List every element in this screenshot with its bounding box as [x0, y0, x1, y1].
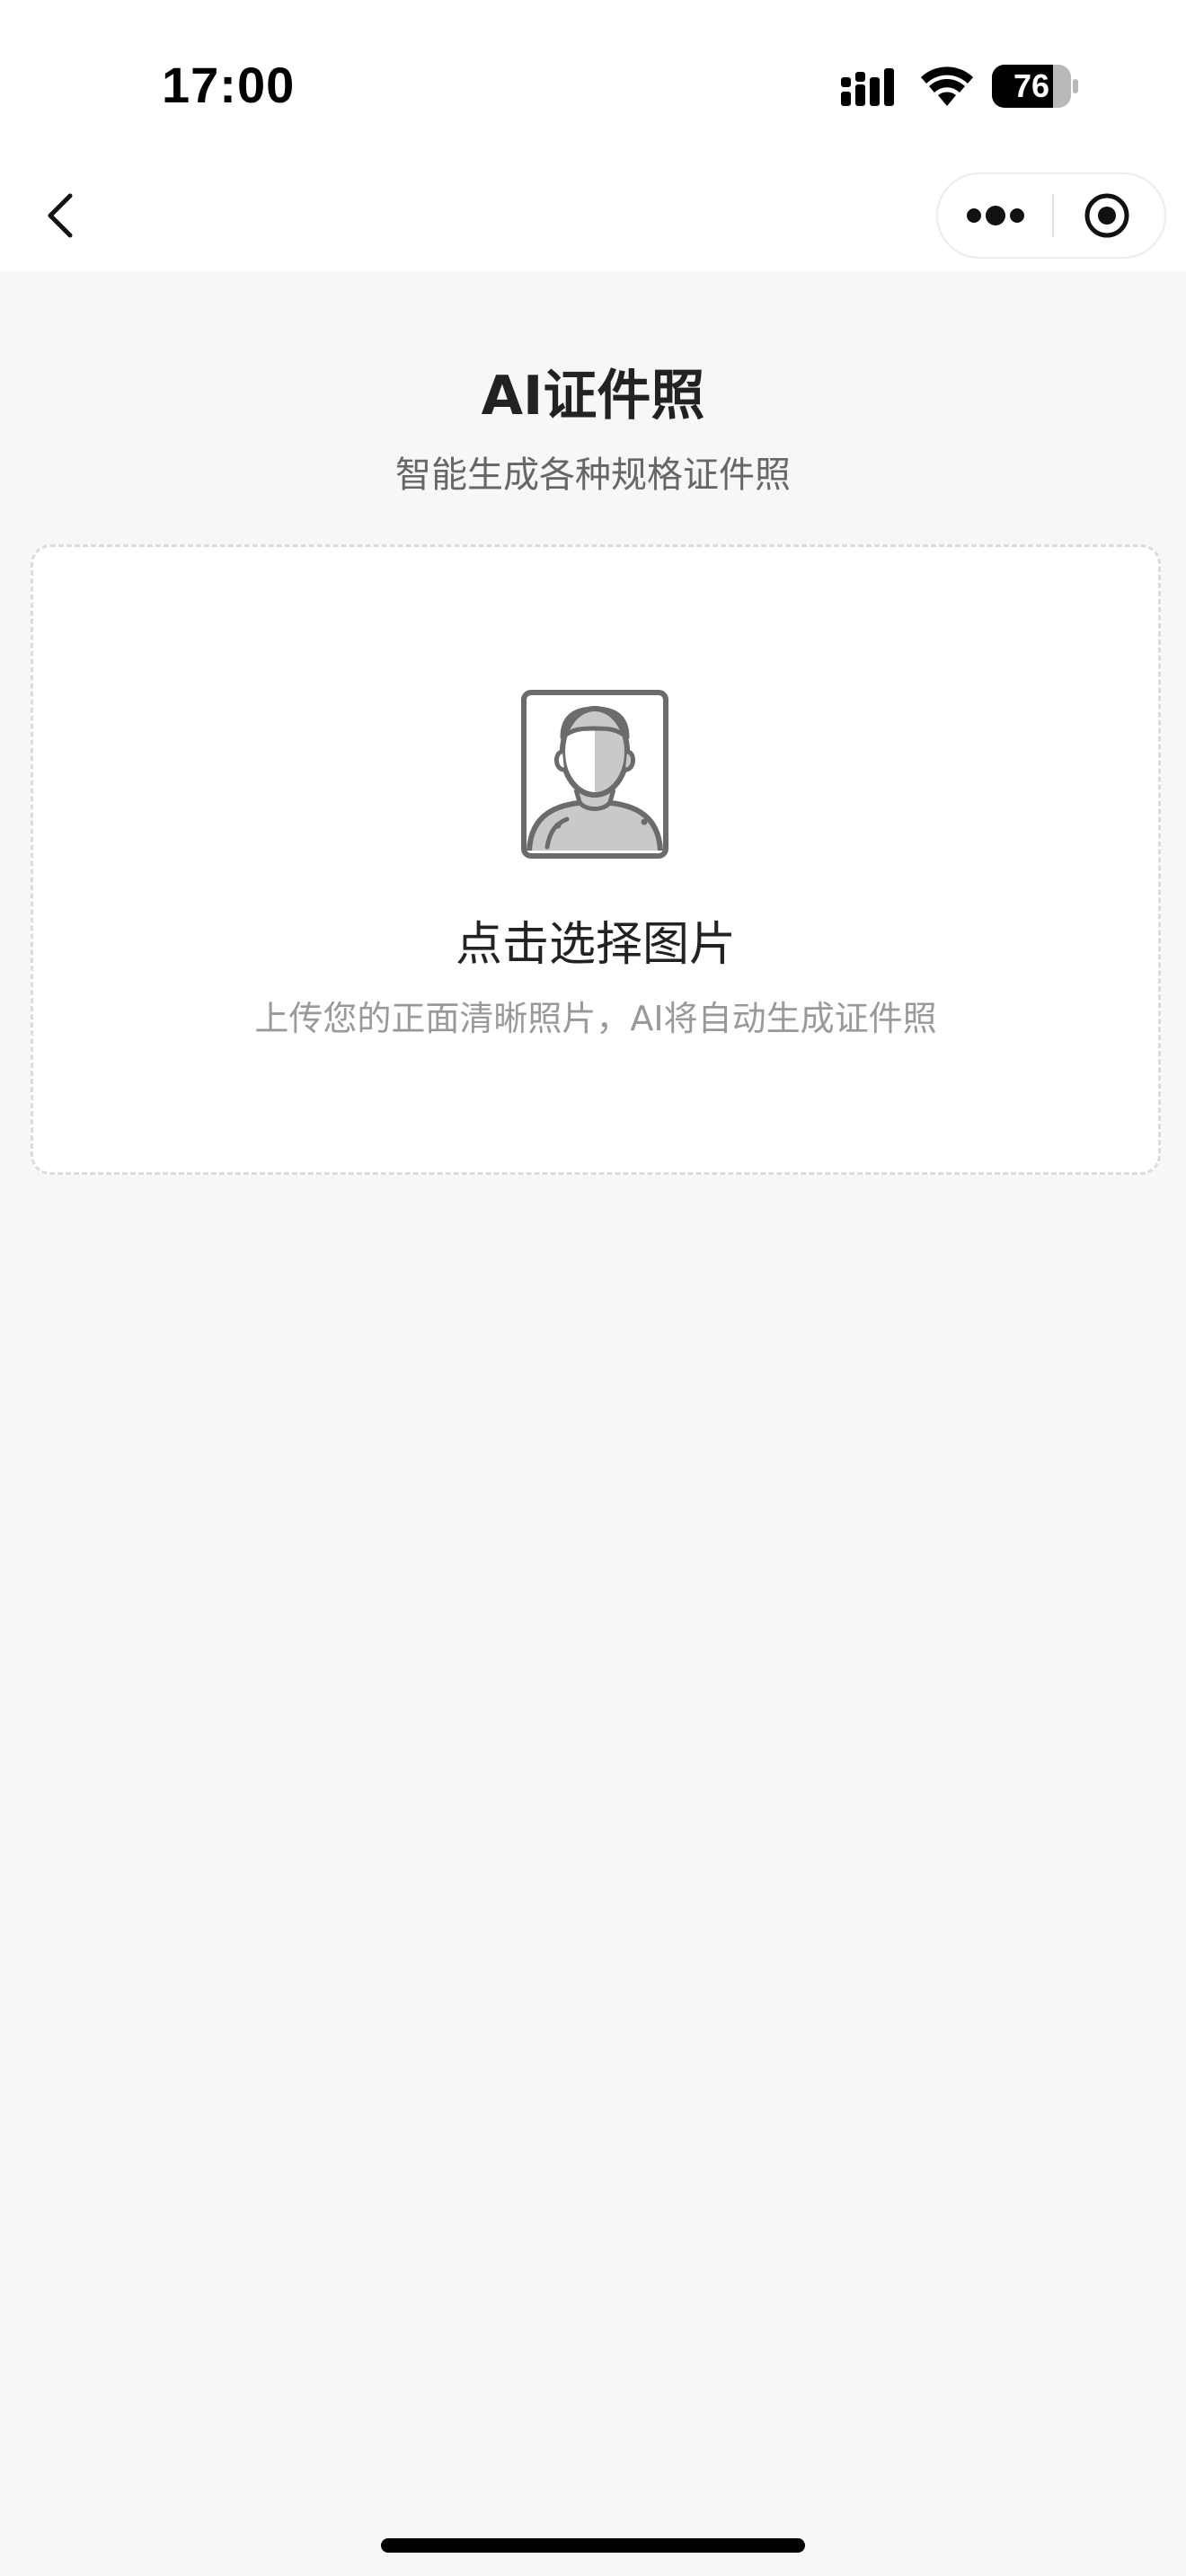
status-time: 17:00 — [162, 57, 296, 113]
upload-area[interactable]: 点击选择图片 上传您的正面清晰照片，AI将自动生成证件照 — [31, 544, 1161, 1175]
page-subtitle: 智能生成各种规格证件照 — [395, 454, 791, 496]
upload-title: 点击选择图片 — [455, 918, 736, 972]
battery-level: 76 — [1013, 67, 1050, 104]
status-bar: 17:00 76 — [0, 0, 1186, 162]
portrait-photo-icon — [521, 690, 668, 859]
back-button[interactable] — [32, 180, 104, 251]
chevron-left-icon — [48, 193, 73, 238]
record-target-icon — [1084, 193, 1129, 238]
upload-hint: 上传您的正面清晰照片，AI将自动生成证件照 — [254, 999, 937, 1038]
signal-icon — [841, 68, 894, 106]
mini-program-capsule — [936, 172, 1166, 259]
nav-bar — [0, 162, 1186, 271]
close-mini-program-button[interactable] — [1053, 174, 1164, 257]
wifi-icon — [921, 66, 973, 106]
more-dots-icon — [967, 206, 1024, 225]
more-button[interactable] — [938, 174, 1053, 257]
home-indicator — [381, 2538, 805, 2553]
page-title: AI证件照 — [481, 365, 705, 428]
